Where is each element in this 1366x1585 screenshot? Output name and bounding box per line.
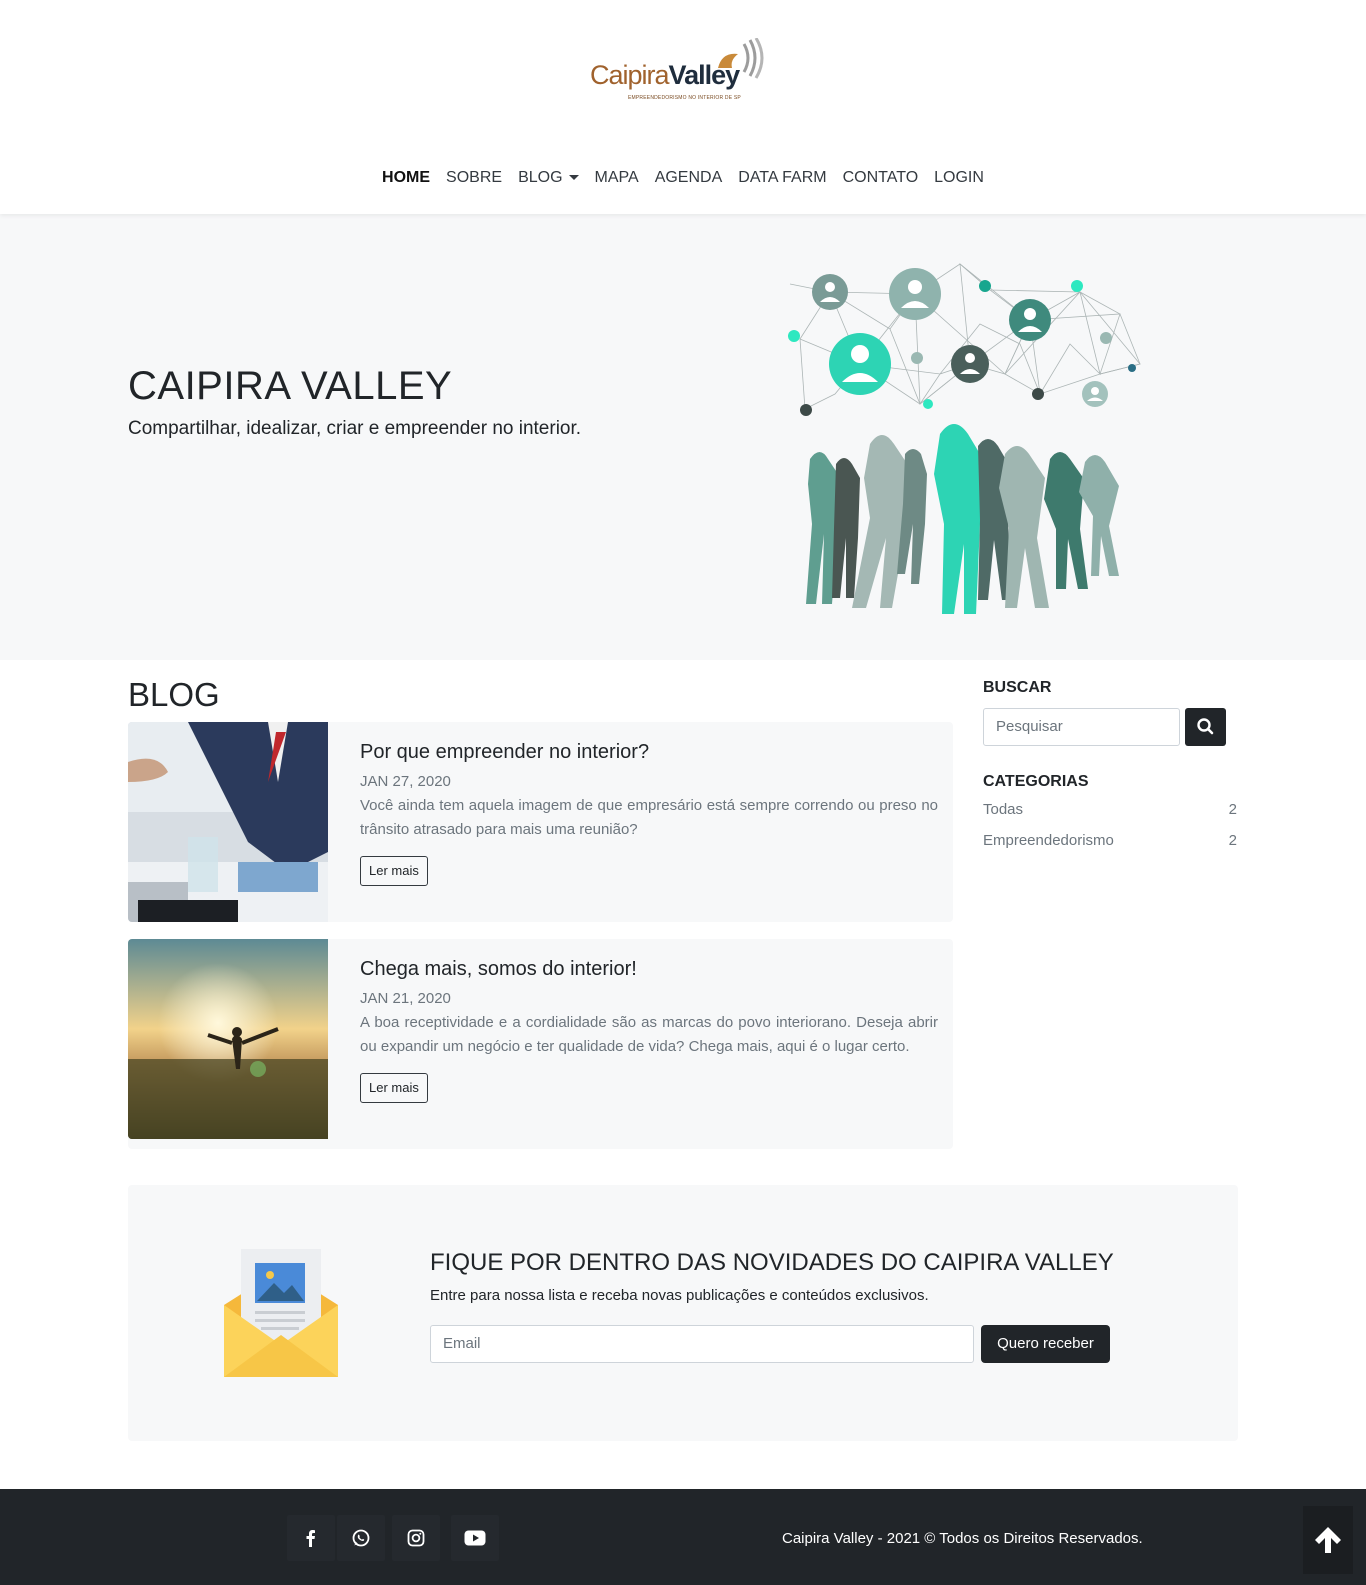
- logo-tagline: EMPREENDEDORISMO NO INTERIOR DE SP: [628, 95, 741, 101]
- youtube-link[interactable]: [451, 1515, 499, 1561]
- search-input[interactable]: Pesquisar: [983, 708, 1180, 746]
- hero-section: CAIPIRA VALLEY Compartilhar, idealizar, …: [0, 214, 1366, 660]
- categories-heading: CATEGORIAS: [983, 773, 1089, 790]
- whatsapp-icon: [352, 1529, 370, 1547]
- read-more-button[interactable]: Ler mais: [360, 856, 428, 886]
- logo-signal-icon: [718, 38, 764, 79]
- category-label: Empreendedorismo: [983, 832, 1114, 849]
- read-more-button[interactable]: Ler mais: [360, 1073, 428, 1103]
- category-count: 2: [1228, 801, 1237, 818]
- post-excerpt: Você ainda tem aquela imagem de que empr…: [360, 797, 938, 838]
- envelope-newsletter-icon: [224, 1249, 338, 1377]
- youtube-icon: [464, 1530, 486, 1546]
- post-thumbnail[interactable]: [128, 939, 328, 1139]
- instagram-link[interactable]: [392, 1515, 440, 1561]
- arrow-up-icon: [1315, 1527, 1341, 1553]
- post-body: Por que empreender no interior? JAN 27, …: [360, 738, 938, 886]
- category-item[interactable]: Todas 2: [983, 801, 1237, 818]
- post-thumbnail[interactable]: [128, 722, 328, 922]
- search-icon: [1197, 718, 1214, 735]
- sunset-field-image: [128, 939, 328, 1139]
- main-nav: HOME SOBRE BLOG MAPA AGENDA DATA FARM CO…: [0, 166, 1366, 190]
- network-people-illustration: [788, 263, 1141, 614]
- business-meeting-image: [128, 722, 328, 922]
- facebook-icon: [306, 1530, 315, 1547]
- nav-sobre[interactable]: SOBRE: [438, 166, 510, 190]
- logo[interactable]: CaipiraValley EMPREENDEDORISMO NO INTERI…: [590, 38, 770, 108]
- email-field[interactable]: Email: [430, 1325, 974, 1363]
- post-title[interactable]: Por que empreender no interior?: [360, 738, 938, 766]
- nav-contato[interactable]: CONTATO: [835, 166, 927, 190]
- nav-login[interactable]: LOGIN: [926, 166, 992, 190]
- hero-title: CAIPIRA VALLEY: [128, 364, 453, 408]
- newsletter-subtitle: Entre para nossa lista e receba novas pu…: [430, 1287, 929, 1304]
- subscribe-button[interactable]: Quero receber: [981, 1325, 1110, 1363]
- category-label: Todas: [983, 801, 1024, 818]
- newsletter-section: FIQUE POR DENTRO DAS NOVIDADES DO CAIPIR…: [128, 1185, 1238, 1441]
- search-heading: BUSCAR: [983, 679, 1052, 696]
- hero-subtitle: Compartilhar, idealizar, criar e empreen…: [128, 418, 582, 439]
- instagram-icon: [407, 1529, 425, 1547]
- nav-agenda[interactable]: AGENDA: [647, 166, 731, 190]
- nav-home[interactable]: HOME: [374, 166, 438, 190]
- nav-mapa[interactable]: MAPA: [587, 166, 647, 190]
- whatsapp-link[interactable]: [337, 1515, 385, 1561]
- newsletter-title: FIQUE POR DENTRO DAS NOVIDADES DO CAIPIR…: [430, 1249, 1114, 1276]
- category-count: 2: [1228, 832, 1237, 849]
- facebook-link[interactable]: [287, 1515, 335, 1561]
- nav-blog-label: BLOG: [518, 169, 563, 186]
- post-date: JAN 27, 2020: [360, 773, 451, 790]
- back-to-top-button[interactable]: [1303, 1506, 1353, 1574]
- search-button[interactable]: [1185, 708, 1226, 746]
- site-footer: Caipira Valley - 2021 © Todos os Direito…: [0, 1489, 1366, 1585]
- post-excerpt: A boa receptividade e a cordialidade são…: [360, 1014, 938, 1055]
- post-date: JAN 21, 2020: [360, 990, 451, 1007]
- nav-blog[interactable]: BLOG: [510, 166, 586, 190]
- logo-primary-text: Caipira: [590, 60, 670, 90]
- blog-post-card: Chega mais, somos do interior! JAN 21, 2…: [128, 939, 953, 1149]
- category-item[interactable]: Empreendedorismo 2: [983, 832, 1237, 849]
- post-title[interactable]: Chega mais, somos do interior!: [360, 955, 938, 983]
- caret-down-icon: [568, 175, 579, 181]
- blog-post-card: Por que empreender no interior? JAN 27, …: [128, 722, 953, 922]
- post-body: Chega mais, somos do interior! JAN 21, 2…: [360, 955, 938, 1103]
- site-header: CaipiraValley EMPREENDEDORISMO NO INTERI…: [0, 0, 1366, 214]
- copyright-text: Caipira Valley - 2021 © Todos os Direito…: [782, 1530, 1143, 1547]
- nav-data-farm[interactable]: DATA FARM: [730, 166, 834, 190]
- blog-heading: BLOG: [128, 676, 220, 713]
